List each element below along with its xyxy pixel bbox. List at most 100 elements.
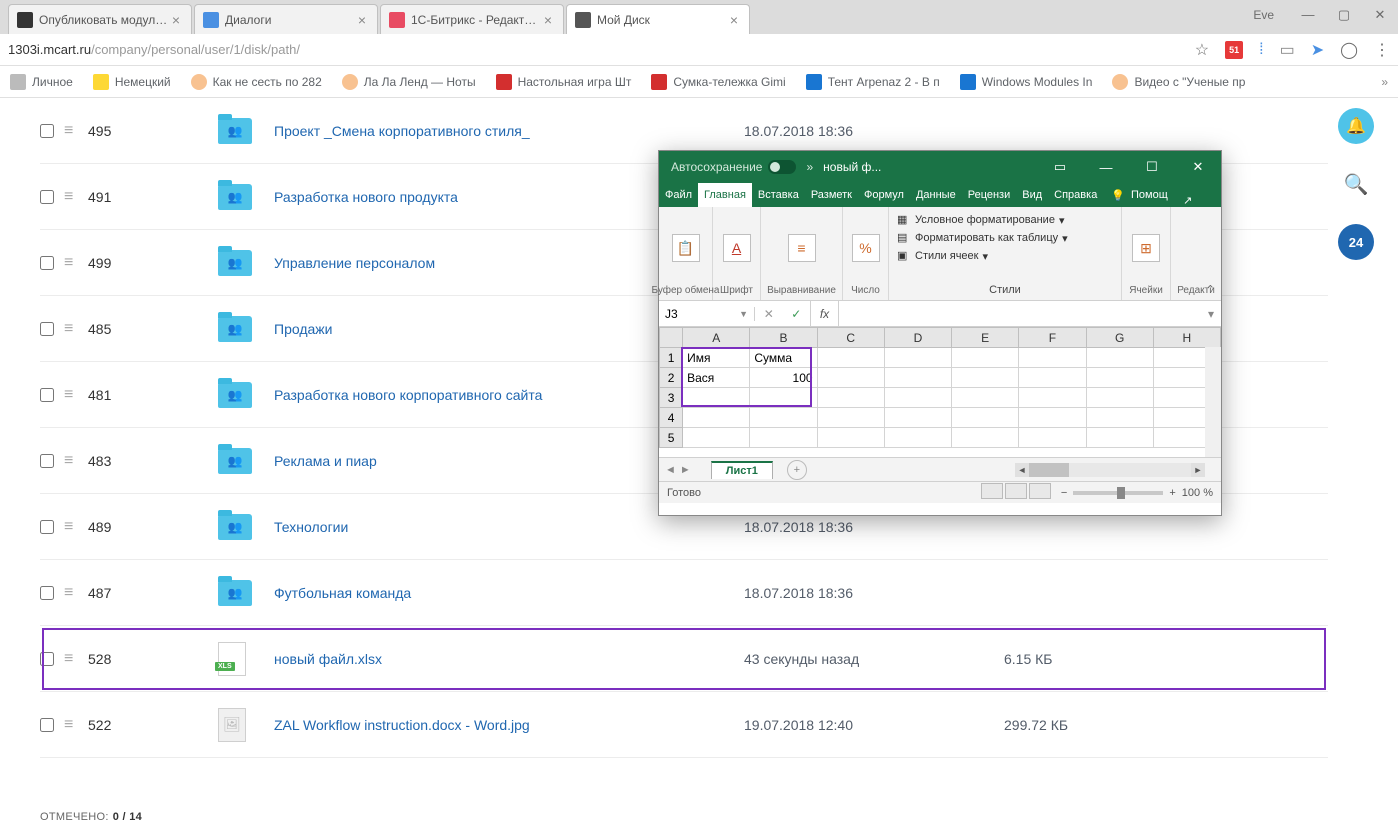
file-name[interactable]: Проект _Смена корпоративного стиля_ (274, 123, 744, 139)
ribbon-options-icon[interactable]: ▭ (1037, 151, 1083, 183)
cell[interactable] (884, 348, 951, 368)
tab-close-icon[interactable]: × (355, 13, 369, 27)
cell[interactable] (817, 408, 884, 428)
row-checkbox[interactable] (40, 718, 54, 732)
bookmark-item[interactable]: Личное (10, 74, 73, 90)
ribbon-tab[interactable]: Вставка (752, 183, 805, 207)
cell[interactable] (1086, 348, 1153, 368)
bookmark-item[interactable]: Настольная игра Шт (496, 74, 632, 90)
tab-close-icon[interactable]: × (541, 13, 555, 27)
file-name[interactable]: ZAL Workflow instruction.docx - Word.jpg (274, 717, 744, 733)
cell[interactable] (952, 408, 1019, 428)
bookmark-item[interactable]: Как не сесть по 282 (191, 74, 322, 90)
bookmark-item[interactable]: Немецкий (93, 74, 171, 90)
select-all-cell[interactable] (660, 328, 683, 348)
cell[interactable] (817, 428, 884, 448)
drag-handle-icon[interactable]: ≡ (64, 584, 88, 602)
vertical-scrollbar[interactable] (1205, 347, 1221, 457)
cell[interactable] (1086, 388, 1153, 408)
cell[interactable] (1019, 348, 1086, 368)
drag-handle-icon[interactable]: ≡ (64, 254, 88, 272)
calendar-extension-icon[interactable]: 51 (1225, 41, 1243, 59)
bookmark-star-icon[interactable]: ☆ (1195, 40, 1209, 60)
ribbon-tab[interactable]: Данные (910, 183, 962, 207)
cancel-formula-icon[interactable]: ✕ (764, 307, 774, 321)
ribbon-tab[interactable]: Разметк (805, 183, 858, 207)
apps-icon[interactable]: ◯ (1340, 40, 1358, 60)
excel-close-button[interactable]: ✕ (1175, 151, 1221, 183)
file-name[interactable]: Футбольная команда (274, 585, 744, 601)
bookmark-item[interactable]: Сумка-тележка Gimi (651, 74, 785, 90)
browser-tab[interactable]: Диалоги× (194, 4, 378, 34)
ribbon-tab[interactable]: Рецензи (962, 183, 1017, 207)
fx-icon[interactable]: fx (811, 301, 839, 326)
cell[interactable] (1019, 428, 1086, 448)
row-header[interactable]: 4 (660, 408, 683, 428)
column-header[interactable]: B (750, 328, 817, 348)
column-header[interactable]: D (884, 328, 951, 348)
cell[interactable] (952, 428, 1019, 448)
column-header[interactable]: H (1153, 328, 1220, 348)
cell[interactable] (750, 428, 817, 448)
cell[interactable] (1086, 408, 1153, 428)
row-checkbox[interactable] (40, 388, 54, 402)
sheet-nav-arrows[interactable]: ◄► (659, 464, 697, 476)
percent-icon[interactable]: % (852, 234, 880, 262)
send-icon[interactable]: ➤ (1311, 40, 1324, 60)
drag-handle-icon[interactable]: ≡ (64, 188, 88, 206)
file-row[interactable]: ≡522🖼ZAL Workflow instruction.docx - Wor… (40, 692, 1328, 758)
cell[interactable]: Вася (683, 368, 750, 388)
row-checkbox[interactable] (40, 256, 54, 270)
column-header[interactable]: A (683, 328, 750, 348)
cell[interactable] (750, 408, 817, 428)
cell[interactable] (683, 388, 750, 408)
drag-handle-icon[interactable]: ≡ (64, 716, 88, 734)
row-checkbox[interactable] (40, 652, 54, 666)
toggle-switch-icon[interactable] (768, 160, 796, 174)
excel-minimize-button[interactable]: — (1083, 151, 1129, 183)
horizontal-scrollbar[interactable]: ◄► (1015, 462, 1205, 478)
cell[interactable] (1019, 388, 1086, 408)
row-checkbox[interactable] (40, 520, 54, 534)
row-checkbox[interactable] (40, 454, 54, 468)
row-header[interactable]: 1 (660, 348, 683, 368)
accept-formula-icon[interactable]: ✓ (791, 307, 801, 321)
share-icon[interactable]: ↗ (1176, 194, 1200, 207)
cell[interactable] (817, 368, 884, 388)
notifications-button[interactable]: 🔔 (1338, 108, 1374, 144)
name-box[interactable]: J3▼ (659, 307, 755, 321)
drag-handle-icon[interactable]: ≡ (64, 122, 88, 140)
browser-tab[interactable]: Мой Диск× (566, 4, 750, 34)
cell[interactable] (884, 408, 951, 428)
url-display[interactable]: 1303i.mcart.ru/company/personal/user/1/d… (8, 42, 1195, 57)
bookmark-item[interactable]: Видео с "Ученые пр (1112, 74, 1245, 90)
cell[interactable] (1086, 368, 1153, 388)
drag-handle-icon[interactable]: ≡ (64, 518, 88, 536)
extension-icon-2[interactable]: ▭ (1280, 40, 1295, 60)
bookmark-item[interactable]: Ла Ла Ленд — Ноты (342, 74, 476, 90)
zoom-slider[interactable] (1073, 491, 1163, 495)
close-button[interactable]: ✕ (1362, 0, 1398, 30)
column-header[interactable]: C (817, 328, 884, 348)
drag-handle-icon[interactable]: ≡ (64, 452, 88, 470)
excel-maximize-button[interactable]: ☐ (1129, 151, 1175, 183)
row-checkbox[interactable] (40, 322, 54, 336)
align-icon[interactable]: ≡ (788, 234, 816, 262)
zoom-control[interactable]: − + 100 % (1061, 487, 1213, 499)
browser-tab[interactable]: Опубликовать модуль п× (8, 4, 192, 34)
browser-tab[interactable]: 1С-Битрикс - Редактиро× (380, 4, 564, 34)
drag-handle-icon[interactable]: ≡ (64, 320, 88, 338)
qat-overflow-icon[interactable]: » (806, 160, 813, 174)
ribbon-tab[interactable]: Формул (858, 183, 910, 207)
column-header[interactable]: F (1019, 328, 1086, 348)
cell[interactable] (817, 388, 884, 408)
column-header[interactable]: E (952, 328, 1019, 348)
bookmark-item[interactable]: Windows Modules In (960, 74, 1093, 90)
cell[interactable] (1019, 408, 1086, 428)
maximize-button[interactable]: ▢ (1326, 0, 1362, 30)
cell[interactable] (683, 428, 750, 448)
paste-icon[interactable]: 📋 (672, 234, 700, 262)
file-row[interactable]: ≡528XLSновый файл.xlsx43 секунды назад6.… (40, 626, 1328, 692)
tab-close-icon[interactable]: × (169, 13, 183, 27)
cell[interactable] (683, 408, 750, 428)
